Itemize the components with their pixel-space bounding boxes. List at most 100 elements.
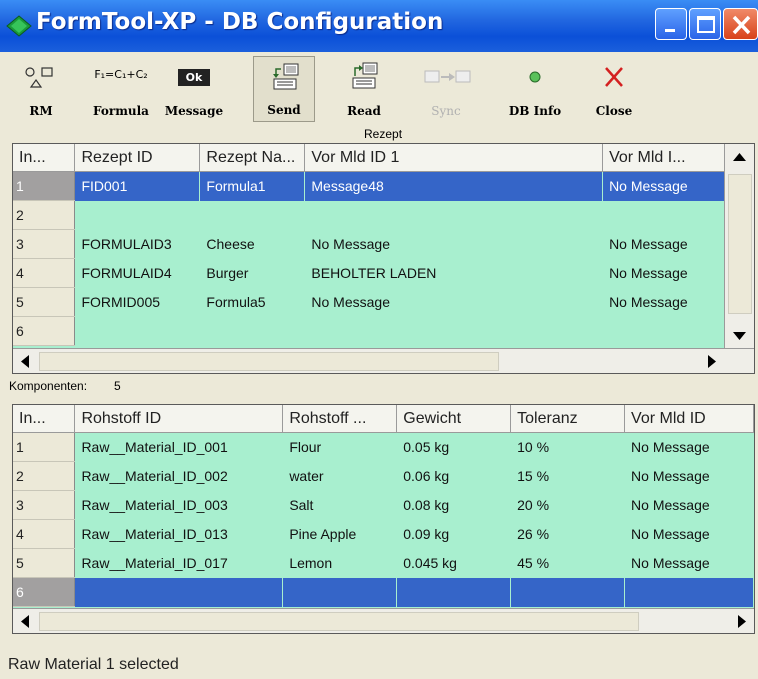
rezept-row[interactable]: 5 FORMID005 Formula5 No Message No Message xyxy=(13,287,737,317)
rezept-vscroll-thumb[interactable] xyxy=(728,174,752,314)
rezept-row-index[interactable]: 2 xyxy=(13,200,76,230)
db-info-button[interactable]: DB Info xyxy=(504,56,566,122)
scroll-left-icon[interactable] xyxy=(17,353,34,370)
rezept-cell[interactable]: No Message xyxy=(305,230,603,259)
rezept-row-index[interactable]: 4 xyxy=(13,258,76,288)
scroll-down-icon[interactable] xyxy=(731,327,748,344)
rezept-cell[interactable]: No Message xyxy=(602,171,737,201)
rezept-cell[interactable] xyxy=(305,317,603,346)
scroll-right-icon[interactable] xyxy=(703,353,720,370)
rezept-row[interactable]: 4 FORMULAID4 Burger BEHOLTER LADEN No Messag… xyxy=(13,258,737,288)
komponenten-cell[interactable]: Raw__Material_ID_017 xyxy=(75,549,283,578)
close-button[interactable]: Close xyxy=(586,56,642,122)
komponenten-column-header[interactable]: Toleranz xyxy=(510,405,626,433)
send-button[interactable]: Send xyxy=(253,56,315,122)
komponenten-cell[interactable] xyxy=(282,577,397,607)
komponenten-row-index[interactable]: 3 xyxy=(13,490,76,520)
maximize-button[interactable] xyxy=(689,8,721,40)
komponenten-row[interactable]: 1 Raw__Material_ID_001 Flour 0.05 kg 10 % No … xyxy=(13,432,754,462)
rezept-cell[interactable]: Cheese xyxy=(200,230,305,259)
komponenten-cell[interactable]: 20 % xyxy=(511,491,625,520)
rezept-cell[interactable]: FORMULAID3 xyxy=(75,230,200,259)
rezept-cell[interactable] xyxy=(603,201,737,230)
rezept-row[interactable]: 1 FID001 Formula1 Message48 No Message xyxy=(13,171,737,201)
sync-button[interactable]: Sync xyxy=(413,56,479,122)
komponenten-horizontal-scrollbar[interactable] xyxy=(13,608,754,633)
komponenten-cell[interactable]: 15 % xyxy=(511,462,625,491)
rezept-cell[interactable] xyxy=(75,317,200,346)
komponenten-row-index[interactable]: 1 xyxy=(13,432,76,462)
rezept-cell[interactable] xyxy=(75,201,200,230)
komponenten-cell[interactable]: No Message xyxy=(625,433,754,462)
rezept-cell[interactable]: Formula5 xyxy=(200,288,305,317)
rezept-cell[interactable] xyxy=(200,201,305,230)
komponenten-cell[interactable] xyxy=(74,577,283,607)
komponenten-cell[interactable] xyxy=(624,577,754,607)
scroll-right-icon[interactable] xyxy=(733,613,750,630)
komponenten-row-index[interactable]: 6 xyxy=(13,577,76,607)
rezept-cell[interactable]: No Message xyxy=(603,288,737,317)
rezept-vertical-scrollbar[interactable] xyxy=(724,144,754,348)
rezept-cell[interactable] xyxy=(305,201,603,230)
komponenten-column-header[interactable]: Gewicht xyxy=(396,405,512,433)
komponenten-cell[interactable]: Pine Apple xyxy=(283,520,397,549)
komponenten-column-header[interactable]: Rohstoff ID xyxy=(74,405,284,433)
rezept-column-header[interactable]: Vor Mld ID 1 xyxy=(304,144,604,172)
komponenten-cell[interactable] xyxy=(396,577,511,607)
rezept-row[interactable]: 6 xyxy=(13,316,737,346)
title-bar[interactable]: FormTool-XP - DB Configuration xyxy=(0,0,758,52)
komponenten-cell[interactable]: 0.05 kg xyxy=(397,433,511,462)
rezept-hscroll-thumb[interactable] xyxy=(39,352,499,371)
rezept-column-header[interactable]: In... xyxy=(13,144,76,172)
komponenten-cell[interactable]: 0.06 kg xyxy=(397,462,511,491)
komponenten-row[interactable]: 2 Raw__Material_ID_002 water 0.06 kg 15 % No … xyxy=(13,461,754,491)
komponenten-cell[interactable]: Lemon xyxy=(283,549,397,578)
rezept-column-header[interactable]: Rezept ID xyxy=(74,144,201,172)
rezept-row-index[interactable]: 5 xyxy=(13,287,76,317)
komponenten-cell[interactable]: No Message xyxy=(625,491,754,520)
rezept-cell[interactable]: FORMULAID4 xyxy=(75,259,200,288)
komponenten-cell[interactable]: 0.09 kg xyxy=(397,520,511,549)
komponenten-row-index[interactable]: 5 xyxy=(13,548,76,578)
rm-button[interactable]: RM xyxy=(14,56,68,122)
komponenten-cell[interactable]: Raw__Material_ID_001 xyxy=(75,433,283,462)
komponenten-table[interactable]: In... Rohstoff ID Rohstoff ... Gewicht Toler… xyxy=(12,404,755,634)
minimize-button[interactable] xyxy=(655,8,687,40)
komponenten-row-index[interactable]: 2 xyxy=(13,461,76,491)
komponenten-cell[interactable]: No Message xyxy=(625,462,754,491)
rezept-row-index[interactable]: 1 xyxy=(13,171,76,201)
komponenten-cell[interactable]: Raw__Material_ID_013 xyxy=(75,520,283,549)
rezept-cell[interactable]: Message48 xyxy=(304,171,603,201)
komponenten-cell[interactable]: 26 % xyxy=(511,520,625,549)
komponenten-row[interactable]: 6 xyxy=(13,577,754,607)
komponenten-column-header[interactable]: Vor Mld ID xyxy=(624,405,754,433)
rezept-cell[interactable]: Burger xyxy=(200,259,305,288)
komponenten-hscroll-thumb[interactable] xyxy=(39,612,639,631)
rezept-column-header[interactable]: Vor Mld I... xyxy=(602,144,737,172)
rezept-row[interactable]: 2 xyxy=(13,200,737,230)
komponenten-cell[interactable]: No Message xyxy=(625,549,754,578)
rezept-cell[interactable] xyxy=(603,317,737,346)
rezept-table[interactable]: In... Rezept ID Rezept Na... Vor Mld ID 1 Vo… xyxy=(12,143,755,374)
rezept-horizontal-scrollbar[interactable] xyxy=(13,348,754,373)
komponenten-row[interactable]: 3 Raw__Material_ID_003 Salt 0.08 kg 20 % No M… xyxy=(13,490,754,520)
komponenten-column-header[interactable]: Rohstoff ... xyxy=(282,405,398,433)
rezept-cell[interactable]: FID001 xyxy=(74,171,200,201)
rezept-cell[interactable]: FORMID005 xyxy=(75,288,200,317)
komponenten-cell[interactable]: Raw__Material_ID_003 xyxy=(75,491,283,520)
scroll-up-icon[interactable] xyxy=(731,149,748,166)
komponenten-cell[interactable]: Flour xyxy=(283,433,397,462)
rezept-cell[interactable]: No Message xyxy=(603,259,737,288)
rezept-row[interactable]: 3 FORMULAID3 Cheese No Message No Message xyxy=(13,229,737,259)
komponenten-cell[interactable]: Salt xyxy=(283,491,397,520)
scroll-left-icon[interactable] xyxy=(17,613,34,630)
komponenten-cell[interactable]: Raw__Material_ID_002 xyxy=(75,462,283,491)
komponenten-cell[interactable]: 0.045 kg xyxy=(397,549,511,578)
rezept-row-index[interactable]: 6 xyxy=(13,316,76,346)
komponenten-row[interactable]: 5 Raw__Material_ID_017 Lemon 0.045 kg 45 % No… xyxy=(13,548,754,578)
komponenten-cell[interactable]: water xyxy=(283,462,397,491)
rezept-cell[interactable]: BEHOLTER LADEN xyxy=(305,259,603,288)
komponenten-cell[interactable]: 0.08 kg xyxy=(397,491,511,520)
komponenten-cell[interactable]: No Message xyxy=(625,520,754,549)
read-button[interactable]: Read xyxy=(333,56,395,122)
